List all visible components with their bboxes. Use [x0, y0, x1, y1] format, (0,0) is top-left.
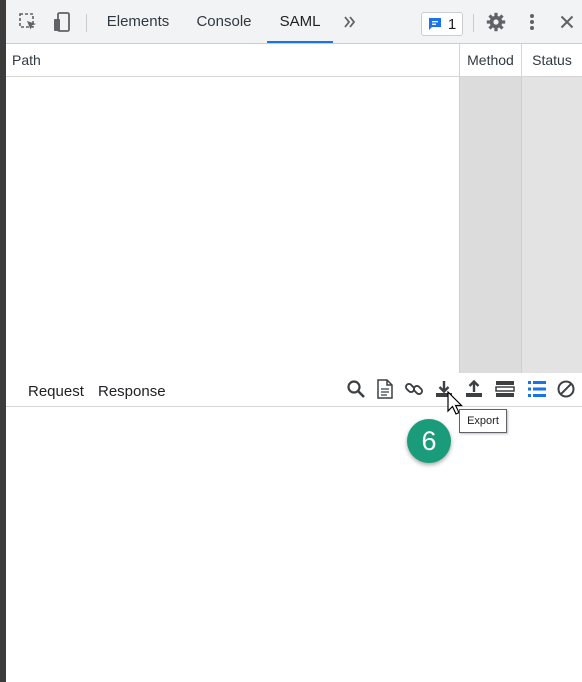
tab-elements[interactable]: Elements: [100, 0, 176, 43]
issues-count: 1: [447, 15, 457, 33]
tab-console[interactable]: Console: [189, 0, 259, 43]
detail-toolbar: Request Response: [6, 373, 582, 407]
column-header-path[interactable]: Path: [12, 44, 41, 76]
issues-icon: [428, 17, 442, 31]
import-icon[interactable]: [463, 377, 485, 401]
layout-icon[interactable]: [494, 377, 516, 401]
toolbar-separator: [86, 14, 87, 32]
export-tooltip: Export: [459, 409, 507, 433]
status-column: [521, 77, 582, 373]
inspect-element-icon[interactable]: [16, 0, 40, 43]
toolbar-separator: [473, 14, 474, 32]
step-number-badge: 6: [407, 419, 451, 463]
search-icon[interactable]: [345, 377, 367, 401]
tab-saml[interactable]: SAML: [267, 0, 333, 43]
tab-response[interactable]: Response: [98, 373, 166, 406]
requests-table-header: Path Method Status: [6, 44, 582, 77]
clear-icon[interactable]: [555, 377, 577, 401]
link-icon[interactable]: [403, 377, 425, 401]
document-icon[interactable]: [374, 377, 396, 401]
issues-button[interactable]: 1: [421, 12, 463, 36]
column-header-status[interactable]: Status: [521, 44, 582, 76]
kebab-menu-icon[interactable]: [522, 0, 542, 43]
device-toggle-icon[interactable]: [50, 0, 74, 43]
column-header-method[interactable]: Method: [459, 44, 521, 76]
close-icon[interactable]: [557, 0, 577, 43]
tab-request[interactable]: Request: [28, 373, 84, 406]
method-column: [459, 77, 521, 373]
devtools-panel: Elements Console SAML 1 Path Method Stat…: [6, 0, 582, 682]
gear-icon[interactable]: [485, 0, 507, 43]
list-icon[interactable]: [526, 377, 548, 401]
devtools-toolbar: Elements Console SAML 1: [6, 0, 582, 44]
more-tabs-icon[interactable]: [340, 0, 360, 43]
